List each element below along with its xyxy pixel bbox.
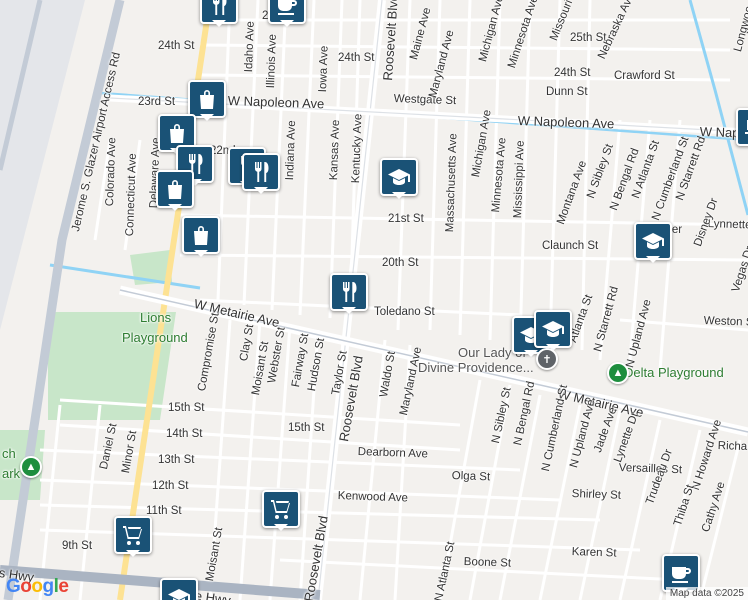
church-icon[interactable]: ✝: [536, 348, 558, 370]
label-claunch: Claunch St: [542, 240, 599, 252]
label-delta: Delta Playground: [624, 365, 724, 380]
map-attribution[interactable]: Map data ©2025: [665, 587, 748, 600]
label-21st-st: 21st St: [388, 213, 424, 225]
label-20th-st: 20th St: [382, 257, 419, 269]
pin-tip: [342, 307, 356, 314]
fork-knife-icon: [330, 273, 368, 311]
pin-coffee-top[interactable]: [268, 0, 306, 27]
school-icon: [534, 310, 572, 348]
label-kenwood: Kenwood Ave: [337, 490, 409, 505]
label-lynnette: Lynnette: [707, 218, 748, 232]
label-lions-1: Lions: [140, 310, 172, 325]
label-park-ch: ch: [2, 446, 16, 461]
shopping-bag-icon: [156, 170, 194, 208]
pin-school-right[interactable]: [634, 222, 672, 263]
pin-tip: [254, 187, 268, 194]
shopping-cart-icon: [262, 490, 300, 528]
map-canvas[interactable]: 25th St25th St24th St24th St24th St23rd …: [0, 0, 748, 600]
label-shirley: Shirley St: [571, 488, 622, 502]
shopping-bag-icon: [188, 80, 226, 118]
label-12th: 12th St: [152, 480, 189, 492]
pin-tip: [212, 20, 226, 27]
left-park-icon[interactable]: ▲: [20, 456, 42, 478]
pin-tip: [168, 204, 182, 211]
label-kentucky: Kentucky Ave: [350, 113, 365, 184]
delta-park-icon[interactable]: ▲: [607, 362, 629, 384]
airport-area: [0, 0, 85, 330]
label-iowa: Iowa Ave: [317, 45, 331, 93]
label-westgate: Westgate St: [393, 93, 457, 108]
google-logo: Google: [6, 576, 69, 597]
label-23rd-st: 23rd St: [138, 96, 176, 108]
canal-left: [49, 263, 201, 290]
label-24th-st-right: 24th St: [554, 67, 591, 79]
pin-tip: [280, 20, 294, 27]
laptop-icon: [736, 108, 748, 146]
label-idaho: Idaho Ave: [243, 21, 257, 73]
label-illinois: Illinois Ave: [265, 33, 279, 89]
label-lions-2: Playground: [122, 330, 188, 345]
label-park-ark: ark: [2, 466, 21, 481]
label-olga: Olga St: [451, 470, 491, 484]
label-indiana: Indiana Ave: [284, 120, 299, 181]
label-versailles: Versailles St: [618, 462, 683, 477]
label-24th-st-mid: 24th St: [338, 52, 375, 64]
school-icon: [634, 222, 672, 260]
pin-school-ourlady-2[interactable]: [534, 310, 572, 351]
label-karen: Karen St: [571, 546, 617, 560]
label-dunn: Dunn St: [546, 86, 588, 98]
label-ourlady-2: Divine Providence...: [418, 360, 534, 375]
label-weston: Weston St: [703, 315, 748, 329]
pin-restaurant-4[interactable]: [242, 153, 280, 194]
pin-shopping-napoleon[interactable]: [188, 80, 226, 121]
pin-tip: [126, 550, 140, 557]
label-13th: 13th St: [158, 454, 195, 466]
pin-cart-left[interactable]: [114, 516, 152, 557]
label-15th-mid: 15th St: [288, 422, 325, 434]
pin-school-bottom[interactable]: [160, 578, 198, 600]
pin-cart-mid[interactable]: [262, 490, 300, 531]
label-24th-st-left: 24th St: [158, 40, 195, 52]
school-icon: [380, 158, 418, 196]
label-toledano: Toledano St: [374, 306, 435, 318]
label-richard: Richar: [717, 440, 748, 454]
pin-restaurant-toledano[interactable]: [330, 273, 368, 314]
label-colorado: Colorado Ave: [104, 137, 119, 207]
label-kansas: Kansas Ave: [328, 119, 343, 181]
pin-restaurant-top[interactable]: [200, 0, 238, 27]
label-9th: 9th St: [62, 540, 93, 552]
school-icon: [160, 578, 198, 600]
shopping-bag-icon: [182, 216, 220, 254]
pin-tip: [392, 192, 406, 199]
label-crawford: Crawford St: [614, 70, 675, 82]
pin-shopping-2[interactable]: [156, 170, 194, 211]
pin-tip: [200, 114, 214, 121]
pin-laptop-right[interactable]: [736, 108, 748, 146]
pin-school-21st[interactable]: [380, 158, 418, 199]
label-dearborn: Dearborn Ave: [357, 446, 429, 461]
shopping-cart-icon: [114, 516, 152, 554]
pin-shopping-3[interactable]: [182, 216, 220, 257]
pin-tip: [194, 250, 208, 257]
label-14th: 14th St: [166, 428, 203, 440]
pin-tip: [274, 524, 288, 531]
pin-coffee-bottom[interactable]: [662, 554, 700, 595]
fork-knife-icon: [242, 153, 280, 191]
label-boone: Boone St: [463, 556, 512, 570]
label-15th-left: 15th St: [168, 402, 205, 414]
label-11th: 11th St: [146, 505, 182, 517]
pin-tip: [646, 256, 660, 263]
